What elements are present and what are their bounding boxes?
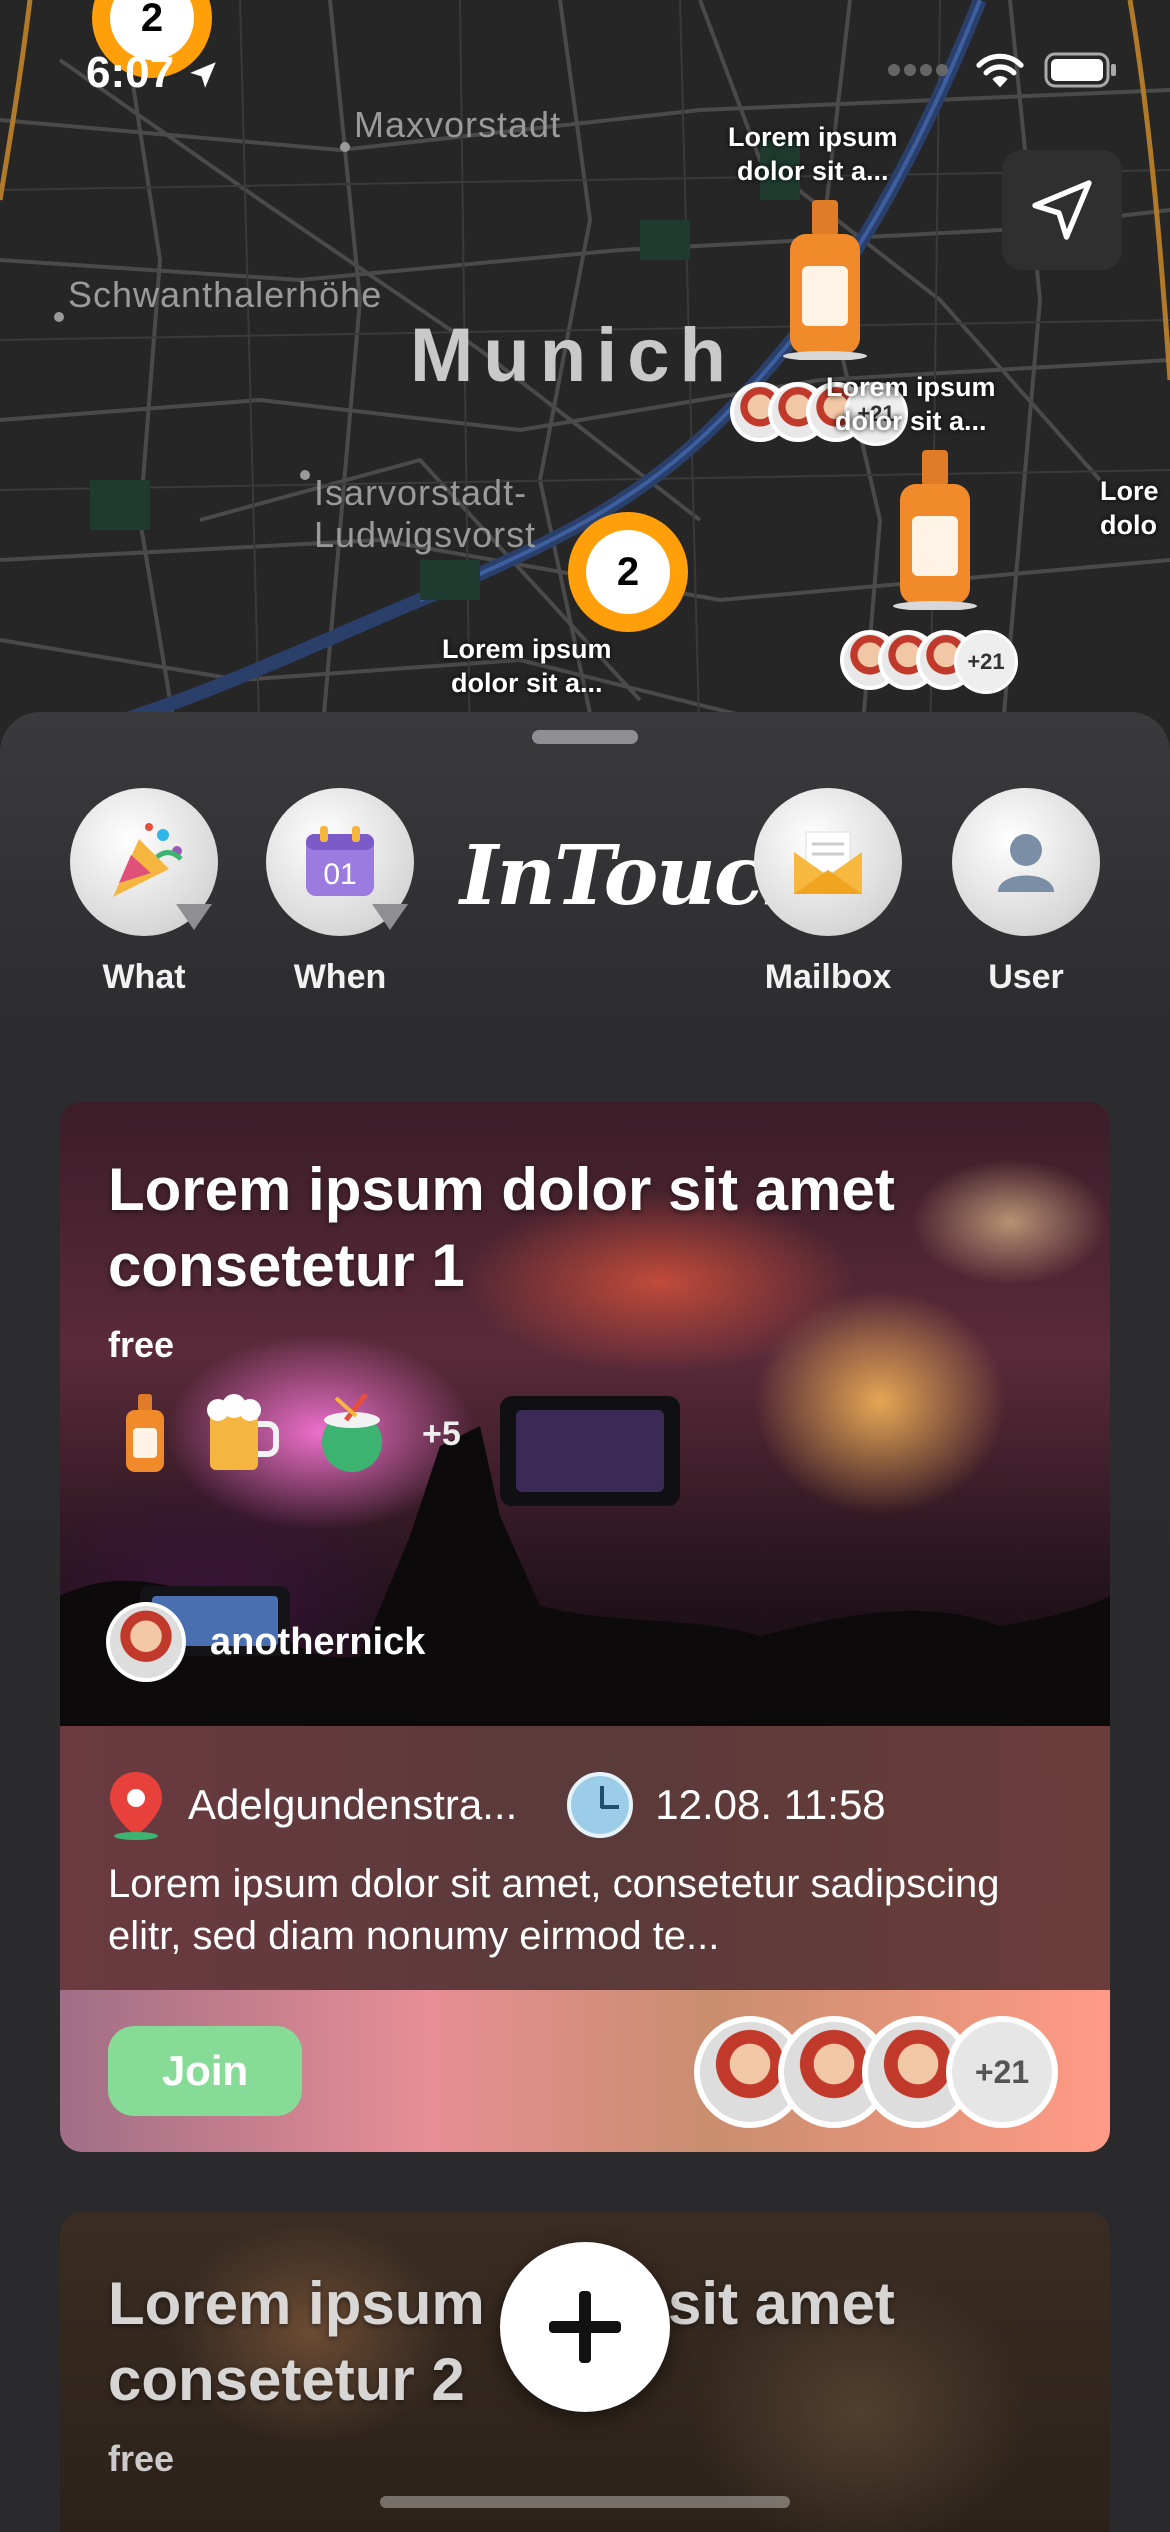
user-profile-button[interactable]: User — [946, 788, 1106, 997]
status-time: 6:07 — [86, 48, 220, 98]
city-label: Munich — [410, 313, 736, 398]
map-cluster-marker[interactable]: 2 — [568, 512, 688, 632]
clock-icon — [567, 1772, 634, 1838]
svg-text:01: 01 — [323, 858, 356, 891]
map-dot — [300, 470, 310, 480]
event-price: free — [108, 1324, 175, 1365]
event-address: Adelgundenstra... — [188, 1781, 518, 1828]
mailbox-label: Mailbox — [764, 958, 892, 996]
bottle-marker-icon[interactable] — [780, 200, 870, 360]
status-icons — [886, 50, 1118, 90]
whiskey-bottle-icon — [126, 1394, 164, 1472]
map-pin-label: Lorem ipsum dolor sit a... — [728, 122, 898, 186]
map-pin-label: Lorem ipsum dolor sit a... — [826, 372, 996, 436]
sheet-grabber[interactable] — [532, 730, 638, 744]
home-indicator[interactable] — [380, 2496, 790, 2508]
location-pin-icon — [110, 1772, 162, 1840]
event-host[interactable]: anothernick — [106, 1602, 425, 1682]
beer-mug-icon — [207, 1394, 279, 1470]
event-price: free — [108, 2438, 175, 2479]
event-description: Lorem ipsum dolor sit amet, consetetur s… — [108, 1862, 1000, 1958]
host-name: anothernick — [210, 1620, 426, 1663]
join-button[interactable]: Join — [108, 2026, 302, 2116]
district-label: Maxvorstadt — [354, 104, 562, 145]
event-participants[interactable]: +21 — [694, 2016, 1058, 2128]
dropdown-arrow-icon — [176, 904, 212, 930]
map-pin-label: Lorem ipsum dolor sit a... — [442, 634, 612, 698]
drinks-more-count: +5 — [422, 1414, 461, 1453]
when-filter-button[interactable]: 01 When — [260, 788, 420, 997]
location-services-icon — [190, 62, 217, 89]
map-pin-label: Lore dolo — [1100, 476, 1159, 540]
drinks-list: +5 — [122, 1394, 461, 1474]
envelope-icon — [794, 831, 862, 894]
event-datetime: 12.08. 11:58 — [655, 1781, 886, 1828]
add-event-button[interactable] — [500, 2242, 670, 2412]
what-label: What — [102, 958, 186, 996]
dropdown-arrow-icon — [372, 904, 408, 930]
when-label: When — [293, 958, 387, 996]
map-dot — [340, 142, 350, 152]
user-label: User — [988, 958, 1064, 996]
district-label: Ludwigsvorst — [314, 514, 537, 555]
user-silhouette-icon — [998, 834, 1054, 892]
district-label: Schwanthalerhöhe — [68, 274, 383, 315]
calendar-icon: 01 — [306, 826, 374, 896]
top-navigation: What 01 When InTouch Mailbox User — [0, 788, 1170, 1028]
event-title: Lorem ipsum dolor sit amet consetetur 1 — [108, 1156, 895, 1299]
events-sheet[interactable]: What 01 When InTouch Mailbox User Lorem … — [0, 712, 1170, 2532]
event-info: Adelgundenstra... 12.08. 11:58 Lorem ips… — [60, 1726, 1110, 1990]
plus-icon — [549, 2291, 621, 2363]
event-footer: Join +21 — [60, 1990, 1110, 2152]
district-label: Isarvorstadt- — [314, 472, 528, 513]
wifi-icon — [976, 53, 1024, 88]
mailbox-button[interactable]: Mailbox — [748, 788, 908, 997]
locate-me-button[interactable] — [1002, 150, 1122, 270]
host-avatar — [106, 1602, 186, 1682]
bottle-marker-icon[interactable] — [890, 450, 980, 610]
what-filter-button[interactable]: What — [64, 788, 224, 997]
pin-participants[interactable]: +21 — [840, 630, 1018, 694]
event-card[interactable]: Lorem ipsum dolor sit amet consetetur 1 … — [60, 1102, 1110, 2152]
app-logo: InTouch — [460, 828, 821, 924]
coconut-drink-icon — [322, 1394, 382, 1472]
cellular-signal-icon — [888, 64, 948, 76]
participants-more-badge: +21 — [954, 630, 1018, 694]
map-view[interactable]: Maxvorstadt Schwanthalerhöhe Isarvorstad… — [0, 0, 1170, 760]
party-popper-icon — [113, 823, 183, 897]
participants-more-badge: +21 — [946, 2016, 1058, 2128]
battery-icon — [1044, 52, 1116, 88]
map-dot — [54, 312, 64, 322]
location-arrow-icon — [1032, 180, 1092, 240]
